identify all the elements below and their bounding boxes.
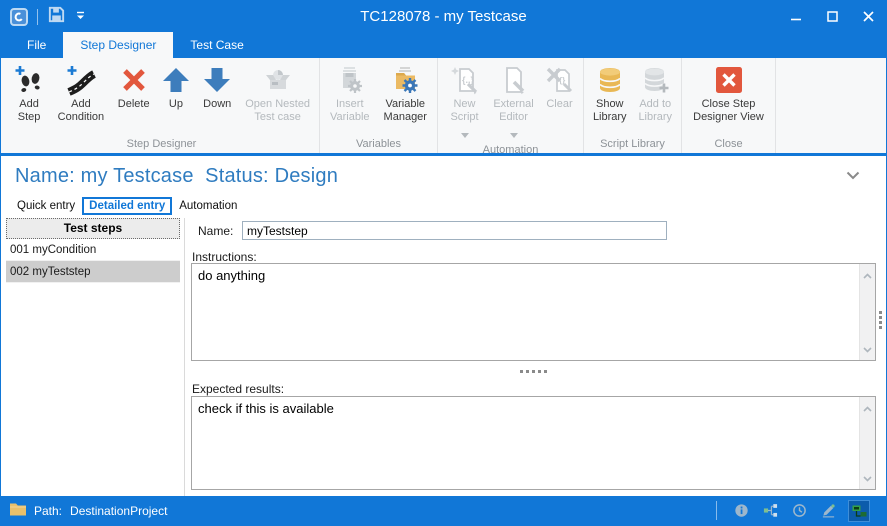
scroll-up-icon[interactable]: [860, 399, 875, 417]
ribbon-group-script-library: Show Library Add to Library Script Libra…: [584, 58, 682, 153]
divider: [37, 9, 38, 25]
external-editor-button: External Editor: [488, 61, 540, 144]
step-name-input[interactable]: [242, 221, 667, 240]
variable-manager-button[interactable]: Variable Manager: [377, 61, 434, 126]
minimize-icon[interactable]: [778, 1, 814, 32]
instructions-scrollbar[interactable]: [859, 264, 875, 360]
up-arrow-icon: [160, 62, 192, 98]
open-nested-testcase-button: Open Nested Test case: [239, 61, 316, 126]
scroll-up-icon[interactable]: [860, 266, 875, 284]
hierarchy-icon[interactable]: [761, 502, 779, 520]
statusbar-icons: [716, 500, 878, 522]
ribbon: Add Step Add Condition: [1, 58, 886, 156]
ribbon-tab-strip: File Step Designer Test Case: [1, 32, 886, 58]
show-library-button[interactable]: Show Library: [587, 61, 633, 126]
group-label: Step Designer: [4, 138, 319, 153]
info-icon[interactable]: [732, 502, 750, 520]
delete-icon: [118, 62, 150, 98]
external-editor-icon: [498, 62, 530, 98]
tab-test-case[interactable]: Test Case: [173, 32, 260, 58]
new-script-button: {..} New Script: [442, 61, 488, 144]
tab-automation[interactable]: Automation: [172, 197, 244, 215]
network-icon[interactable]: [848, 500, 870, 522]
expected-results-textarea[interactable]: check if this is available: [192, 397, 875, 489]
tab-file[interactable]: File: [10, 32, 63, 58]
down-button[interactable]: Down: [195, 61, 239, 126]
delete-button[interactable]: Delete: [111, 61, 157, 126]
panel-divider: [184, 218, 185, 498]
clear-button: {} Clear: [540, 61, 580, 126]
path-value: DestinationProject: [70, 504, 167, 518]
window-controls: [778, 1, 886, 32]
dropdown-arrow-icon: [461, 125, 469, 143]
add-to-library-button: Add to Library: [633, 61, 679, 126]
path-label: Path:: [34, 504, 62, 518]
variable-manager-icon: [389, 62, 421, 98]
tab-quick-entry[interactable]: Quick entry: [10, 197, 82, 215]
entry-tab-strip: Quick entry Detailed entry Automation: [10, 197, 244, 215]
add-step-icon: [13, 62, 45, 98]
app-window: TC128078 - my Testcase: [0, 0, 887, 526]
add-to-library-icon: [639, 62, 671, 98]
scroll-down-icon[interactable]: [860, 469, 875, 487]
quick-access-dropdown-icon[interactable]: [75, 8, 86, 26]
collapse-header-chevron-icon[interactable]: [846, 167, 860, 185]
expected-results-scrollbar[interactable]: [859, 397, 875, 489]
group-label: Automation: [438, 144, 583, 159]
test-steps-panel: Test steps 001 myCondition 002 myTestste…: [6, 218, 180, 283]
close-icon[interactable]: [850, 1, 886, 32]
show-library-icon: [594, 62, 626, 98]
app-logo-icon[interactable]: [10, 8, 28, 26]
quick-access-toolbar: [1, 5, 86, 29]
folder-icon: [9, 502, 27, 519]
svg-text:{..}: {..}: [462, 75, 475, 85]
group-label: Close: [682, 138, 775, 153]
dropdown-arrow-icon: [510, 125, 518, 143]
add-condition-button[interactable]: Add Condition: [51, 61, 110, 126]
window-title: TC128078 - my Testcase: [1, 1, 886, 32]
new-script-icon: {..}: [449, 62, 481, 98]
tab-detailed-entry[interactable]: Detailed entry: [82, 197, 172, 215]
insert-variable-icon: [334, 62, 366, 98]
down-arrow-icon: [201, 62, 233, 98]
divider: [716, 501, 717, 520]
group-label: Script Library: [584, 138, 681, 153]
instructions-label: Instructions:: [192, 250, 257, 264]
ribbon-group-variables: Insert Variable Variable Manager Variabl…: [320, 58, 438, 153]
ribbon-group-step-designer: Add Step Add Condition: [4, 58, 320, 153]
add-step-button[interactable]: Add Step: [7, 61, 51, 126]
statusbar: Path: DestinationProject: [1, 496, 886, 525]
list-item-teststep[interactable]: 002 myTeststep: [6, 261, 180, 283]
horizontal-splitter-handle[interactable]: [191, 367, 876, 375]
list-item-condition[interactable]: 001 myCondition: [6, 239, 180, 261]
instructions-textbox: do anything: [191, 263, 876, 361]
add-condition-icon: [65, 62, 97, 98]
ribbon-group-close: Close Step Designer View Close: [682, 58, 776, 153]
up-button[interactable]: Up: [157, 61, 195, 126]
vertical-splitter-handle[interactable]: [879, 311, 882, 329]
ribbon-group-automation: {..} New Script: [438, 58, 584, 153]
open-nested-testcase-icon: [262, 62, 294, 98]
test-steps-header: Test steps: [6, 218, 180, 239]
signature-icon[interactable]: [819, 502, 837, 520]
instructions-textarea[interactable]: do anything: [192, 264, 875, 360]
expected-results-label: Expected results:: [192, 382, 284, 396]
testcase-name-status-title: Name: my Testcase Status: Design: [15, 165, 338, 188]
scroll-down-icon[interactable]: [860, 340, 875, 358]
close-view-icon: [713, 62, 745, 98]
expected-results-textbox: check if this is available: [191, 396, 876, 490]
save-icon[interactable]: [47, 5, 66, 29]
document-header: Name: my Testcase Status: Design: [1, 161, 886, 197]
clear-icon: {}: [544, 62, 576, 98]
name-label: Name:: [198, 224, 233, 238]
close-step-designer-view-button[interactable]: Close Step Designer View: [685, 61, 772, 126]
titlebar: TC128078 - my Testcase: [1, 1, 886, 32]
group-label: Variables: [320, 138, 437, 153]
tab-step-designer[interactable]: Step Designer: [63, 32, 173, 58]
insert-variable-button: Insert Variable: [323, 61, 377, 126]
maximize-icon[interactable]: [814, 1, 850, 32]
history-icon[interactable]: [790, 502, 808, 520]
